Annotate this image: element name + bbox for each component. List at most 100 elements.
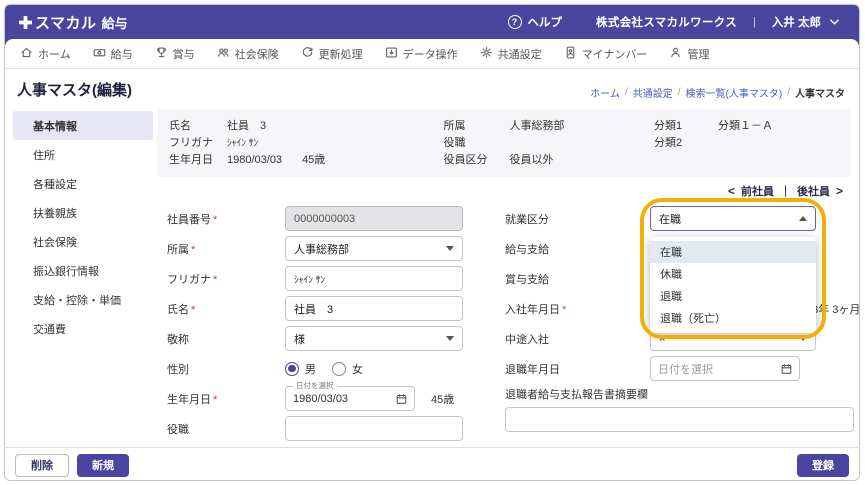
retirement-date-input[interactable]: 日付を選択 (650, 356, 800, 381)
nav-item-mynumber[interactable]: マイナンバー (553, 46, 659, 62)
nav-item-settings[interactable]: 共通設定 (469, 46, 553, 62)
social-insurance-icon (217, 46, 230, 62)
sidebar-item-commuting[interactable]: 交通費 (13, 314, 153, 343)
department-select[interactable]: 人事総務部 (285, 236, 463, 261)
summary-furigana-value: ｼｬｲﾝ ｻﾝ (227, 135, 258, 152)
age-text: 45歳 (431, 391, 454, 407)
app-logo[interactable]: スマカル 給与 (19, 12, 128, 33)
chevron-up-icon (799, 216, 807, 221)
calendar-icon[interactable] (396, 393, 407, 405)
nav-item-admin[interactable]: 管理 (658, 46, 720, 62)
help-label: ヘルプ (528, 14, 563, 30)
summary-category1-value: 分類１－Ａ (718, 118, 773, 135)
nav-item-payroll[interactable]: 給与 (82, 46, 144, 62)
retirement-date-label: 退職年月日 (505, 361, 650, 377)
employment-status-option-leave[interactable]: 休職 (650, 263, 816, 285)
user-menu[interactable]: 入井 太郎 (772, 14, 839, 30)
sidebar-item-various-settings[interactable]: 各種設定 (13, 169, 153, 198)
mynumber-icon (564, 46, 577, 62)
nav-item-social-insurance[interactable]: 社会保険 (206, 46, 290, 62)
bonus-icon (155, 46, 168, 62)
employment-status-dropdown: 在職 休職 退職 退職（死亡） (650, 237, 816, 333)
mid-career-hire-label: 中途入社 (505, 331, 650, 347)
sidebar-item-address[interactable]: 住所 (13, 140, 153, 169)
position-input[interactable] (285, 416, 463, 441)
hire-date-label: 入社年月日* (505, 301, 650, 317)
honorific-select[interactable]: 様 (285, 326, 463, 351)
employment-status-select[interactable]: 在職 (650, 206, 816, 231)
help-icon: ? (508, 15, 522, 29)
salary-payment-label: 給与支給 (505, 241, 650, 257)
gender-radio-female[interactable]: 女 (332, 361, 363, 377)
help-button[interactable]: ? ヘルプ (508, 14, 563, 30)
summary-post-label: 役職 (444, 135, 510, 152)
breadcrumb-link-search-list[interactable]: 検索一覧(人事マスタ) (686, 85, 783, 100)
gender-radio-male[interactable]: 男 (285, 361, 316, 377)
logo-brand-text: スマカル (35, 12, 97, 33)
delete-button[interactable]: 削除 (15, 454, 69, 477)
summary-department-value: 人事総務部 (510, 118, 565, 135)
summary-birthdate-label: 生年月日 (169, 152, 227, 169)
nav-item-update[interactable]: 更新処理 (290, 46, 374, 62)
basic-info-form: 社員番号* 所属* 人事総務部 フリガナ* (157, 201, 851, 447)
summary-birthdate-value: 1980/03/03 (227, 152, 282, 169)
birthdate-input[interactable]: 日付を選択 1980/03/03 (285, 386, 415, 411)
next-employee-button[interactable]: 後社員 (797, 183, 830, 199)
top-header-bar: スマカル 給与 ? ヘルプ 株式会社スマカルワークス | 入井 太郎 (5, 5, 859, 39)
employment-status-option-deceased[interactable]: 退職（死亡） (650, 307, 816, 329)
radio-unselected-icon (332, 362, 346, 376)
radio-selected-icon (285, 362, 299, 376)
gender-label: 性別 (167, 361, 285, 377)
employment-status-option-retired[interactable]: 退職 (650, 285, 816, 307)
home-icon (20, 46, 33, 62)
required-mark: * (191, 304, 195, 316)
employment-status-option-active[interactable]: 在職 (650, 241, 816, 263)
data-icon (385, 46, 398, 62)
department-label: 所属* (167, 241, 285, 257)
furigana-input[interactable] (285, 266, 463, 291)
name-input[interactable] (285, 296, 463, 321)
retirement-note-input[interactable] (505, 407, 854, 432)
page-title: 人事マスタ(編集) (17, 79, 132, 100)
previous-employee-chevron-icon[interactable]: < (728, 184, 735, 198)
required-mark: * (191, 244, 195, 256)
submit-button[interactable]: 登録 (797, 454, 849, 477)
nav-item-home[interactable]: ホーム (9, 46, 82, 62)
position-label: 役職 (167, 421, 285, 437)
summary-furigana-label: フリガナ (169, 135, 227, 152)
main-navbar: ホーム 給与 賞与 社会保険 更新処理 データ操作 (5, 39, 859, 69)
footer-action-bar: 削除 新規 登録 (5, 447, 859, 481)
previous-employee-button[interactable]: 前社員 (741, 183, 774, 199)
breadcrumb-link-home[interactable]: ホーム (590, 85, 620, 100)
app-window: スマカル 給与 ? ヘルプ 株式会社スマカルワークス | 入井 太郎 (4, 4, 860, 481)
nav-item-data[interactable]: データ操作 (374, 46, 469, 62)
plus-logo-icon (19, 16, 32, 29)
date-float-label: 日付を選択 (293, 382, 337, 390)
employee-summary-panel: 氏名社員 3 フリガナｼｬｲﾝ ｻﾝ 生年月日1980/03/0345歳 所属人… (157, 109, 851, 177)
summary-department-label: 所属 (444, 118, 510, 135)
required-mark: * (213, 214, 217, 226)
breadcrumb-link-settings[interactable]: 共通設定 (633, 85, 673, 100)
sidebar-item-social-insurance[interactable]: 社会保険 (13, 227, 153, 256)
chevron-down-icon (446, 246, 454, 251)
summary-officer-label: 役員区分 (444, 152, 510, 169)
next-employee-chevron-icon[interactable]: > (836, 184, 843, 198)
breadcrumb-separator: / (625, 87, 628, 98)
sidebar-item-pay-deduction-unit[interactable]: 支給・控除・単価 (13, 285, 153, 314)
required-mark: * (213, 274, 217, 286)
admin-icon (669, 46, 682, 62)
chevron-down-icon (830, 16, 839, 28)
honorific-label: 敬称 (167, 331, 285, 347)
sidebar-item-bank-transfer[interactable]: 振込銀行情報 (13, 256, 153, 285)
new-button[interactable]: 新規 (77, 454, 129, 477)
sidebar-item-basic-info[interactable]: 基本情報 (13, 111, 153, 140)
summary-officer-value: 役員以外 (510, 152, 554, 169)
pager-divider: ｜ (780, 183, 791, 199)
nav-item-bonus[interactable]: 賞与 (144, 46, 206, 62)
calendar-icon[interactable] (781, 363, 792, 375)
company-name: 株式会社スマカルワークス (596, 14, 737, 30)
employment-status-label: 就業区分 (505, 211, 650, 227)
employee-number-field (285, 206, 463, 231)
summary-category1-label: 分類1 (654, 118, 718, 135)
sidebar-item-dependents[interactable]: 扶養親族 (13, 198, 153, 227)
